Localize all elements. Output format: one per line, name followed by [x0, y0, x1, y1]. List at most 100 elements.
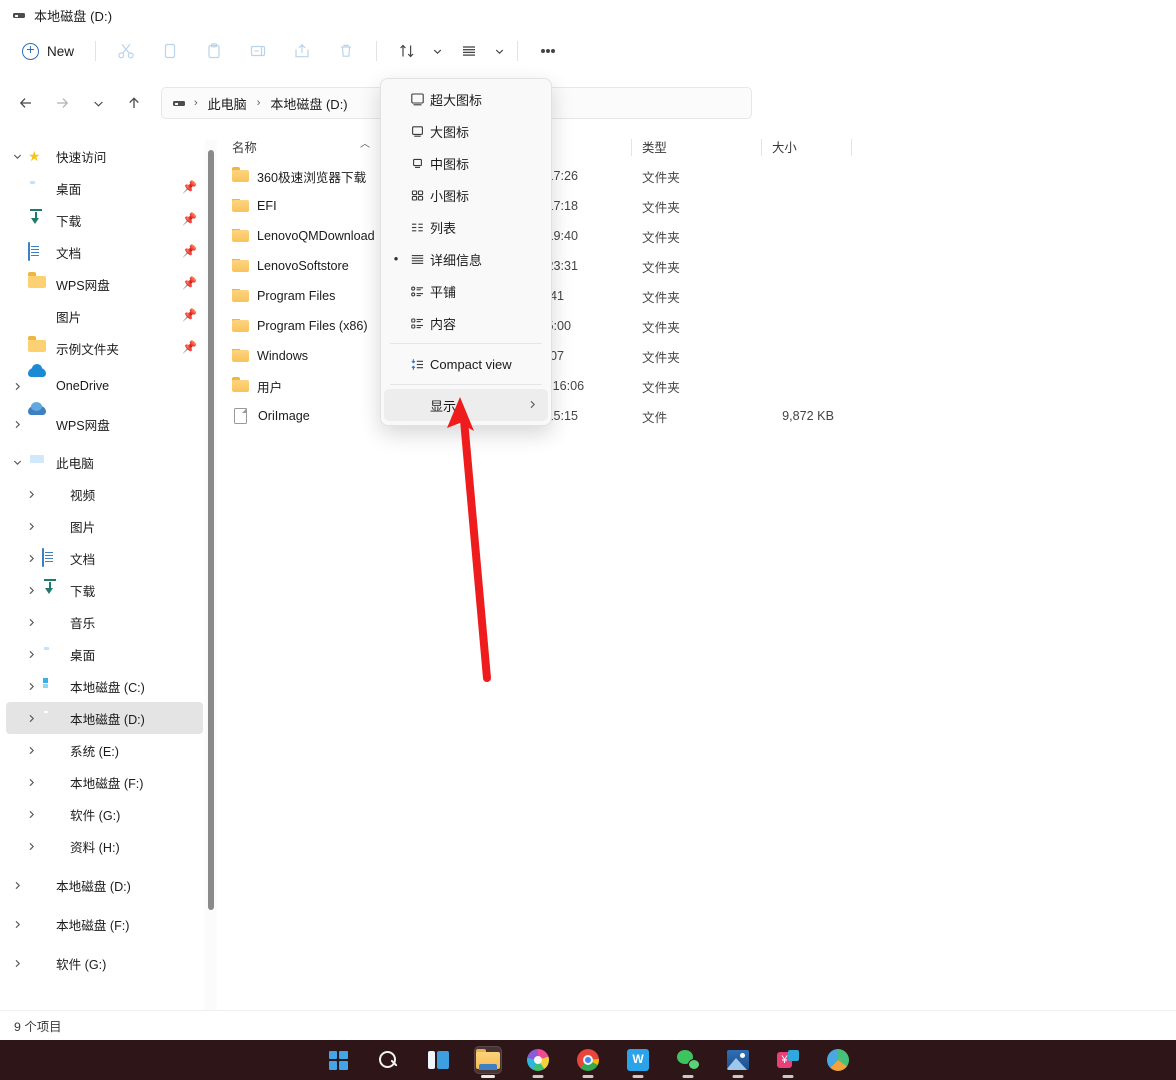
chevron-right-icon[interactable]	[20, 777, 42, 788]
chevron-right-icon[interactable]	[20, 617, 42, 628]
sidebar-item-pictures[interactable]: 图片 📌	[6, 300, 203, 332]
copy-button[interactable]	[149, 35, 191, 67]
chevron-right-icon[interactable]	[20, 585, 42, 596]
chevron-right-icon[interactable]	[6, 880, 28, 891]
chevron-right-icon[interactable]	[20, 489, 42, 500]
menu-item-tiles[interactable]: 平铺	[384, 275, 548, 307]
chevron-right-icon[interactable]	[6, 419, 28, 430]
table-row[interactable]: LenovoQMDownload 2022/3/26 19:40 文件夹	[222, 221, 1176, 251]
menu-item-content[interactable]: 内容	[384, 307, 548, 339]
sidebar-item-wps-drive[interactable]: WPS网盘 📌	[6, 268, 203, 300]
alipay-button[interactable]	[774, 1046, 802, 1074]
table-row[interactable]: Program Files 2023/1/9 2:41 文件夹	[222, 281, 1176, 311]
sidebar-item-software-g[interactable]: 软件 (G:)	[6, 798, 203, 830]
table-row[interactable]: EFI 2021/10/6 17:18 文件夹	[222, 191, 1176, 221]
table-row[interactable]: LenovoSoftstore 2022/8/16 23:31 文件夹	[222, 251, 1176, 281]
chevron-right-icon[interactable]	[20, 713, 42, 724]
menu-item-compact-view[interactable]: Compact view	[384, 348, 548, 380]
sidebar-item-local-disk-d[interactable]: 本地磁盘 (D:)	[6, 702, 203, 734]
sidebar-item-videos[interactable]: 视频	[6, 478, 203, 510]
up-button[interactable]	[119, 88, 149, 118]
menu-item-large-icons[interactable]: 大图标	[384, 115, 548, 147]
chevron-right-icon[interactable]	[20, 681, 42, 692]
delete-button[interactable]	[325, 35, 367, 67]
sidebar-item-quick-access[interactable]: ★ 快速访问	[6, 140, 203, 172]
forward-button[interactable]	[47, 88, 77, 118]
pin-icon[interactable]: 📌	[182, 309, 195, 322]
sidebar-item-desktop[interactable]: 桌面 📌	[6, 172, 203, 204]
sidebar-item-wps-cloud[interactable]: WPS网盘	[6, 408, 203, 440]
chevron-right-icon[interactable]	[20, 745, 42, 756]
sidebar-item-downloads[interactable]: 下载 📌	[6, 204, 203, 236]
pin-icon[interactable]: 📌	[182, 213, 195, 226]
chevron-down-icon[interactable]	[6, 457, 28, 468]
sidebar-item-onedrive[interactable]: OneDrive	[6, 370, 203, 402]
sidebar-item-downloads-pc[interactable]: 下载	[6, 574, 203, 606]
file-explorer-button[interactable]	[474, 1046, 502, 1074]
pin-icon[interactable]: 📌	[182, 245, 195, 258]
table-row[interactable]: 360极速浏览器下载 2023/5/13 17:26 文件夹	[222, 161, 1176, 191]
view-button[interactable]	[448, 35, 508, 67]
column-header-type[interactable]: 类型	[632, 133, 762, 161]
sidebar-item-local-disk-f[interactable]: 本地磁盘 (F:)	[6, 766, 203, 798]
search-button[interactable]	[374, 1046, 402, 1074]
chevron-right-icon[interactable]	[20, 553, 42, 564]
table-row[interactable]: 用户 2022/11/27 16:06 文件夹	[222, 371, 1176, 401]
table-row[interactable]: OriImage 2021/6/26 15:15 文件 9,872 KB	[222, 401, 1176, 431]
sidebar-item-documents-pc[interactable]: 文档	[6, 542, 203, 574]
task-view-button[interactable]	[424, 1046, 452, 1074]
chevron-right-icon[interactable]	[20, 649, 42, 660]
chevron-right-icon[interactable]	[6, 958, 28, 969]
wps-button[interactable]	[624, 1046, 652, 1074]
sort-button[interactable]	[386, 35, 446, 67]
photos-button[interactable]	[724, 1046, 752, 1074]
chevron-right-icon[interactable]	[6, 919, 28, 930]
new-button[interactable]: New	[14, 35, 86, 67]
view-lines-icon[interactable]	[448, 35, 490, 67]
sidebar-item-local-disk-d-root[interactable]: 本地磁盘 (D:)	[6, 869, 203, 901]
recent-locations-button[interactable]	[83, 88, 113, 118]
sidebar-item-this-pc[interactable]: 此电脑	[6, 446, 203, 478]
sidebar-item-music[interactable]: 音乐	[6, 606, 203, 638]
menu-item-show[interactable]: 显示	[384, 389, 548, 421]
start-button[interactable]	[324, 1046, 352, 1074]
sidebar-scrollbar-thumb[interactable]	[208, 150, 214, 910]
table-row[interactable]: Windows 2023/5/8 4:07 文件夹	[222, 341, 1176, 371]
chrome-button[interactable]	[574, 1046, 602, 1074]
breadcrumb-item-local-disk-d[interactable]: 本地磁盘 (D:)	[264, 91, 353, 116]
menu-item-medium-icons[interactable]: 中图标	[384, 147, 548, 179]
wechat-button[interactable]	[674, 1046, 702, 1074]
share-button[interactable]	[281, 35, 323, 67]
chevron-right-icon[interactable]	[20, 809, 42, 820]
cut-button[interactable]	[105, 35, 147, 67]
more-options-button[interactable]	[527, 35, 569, 67]
sidebar-item-sample-folder[interactable]: 示例文件夹 📌	[6, 332, 203, 364]
sidebar-item-system-e[interactable]: 系统 (E:)	[6, 734, 203, 766]
chevron-down-icon-2[interactable]	[490, 46, 508, 57]
menu-item-details[interactable]: • 详细信息	[384, 243, 548, 275]
pin-icon[interactable]: 📌	[182, 277, 195, 290]
sidebar-item-software-g-root[interactable]: 软件 (G:)	[6, 947, 203, 979]
sidebar-item-local-disk-f-root[interactable]: 本地磁盘 (F:)	[6, 908, 203, 940]
menu-item-list[interactable]: 列表	[384, 211, 548, 243]
table-row[interactable]: Program Files (x86) 2023/4/6 15:00 文件夹	[222, 311, 1176, 341]
chevron-right-icon[interactable]	[6, 381, 28, 392]
sidebar-item-documents[interactable]: 文档 📌	[6, 236, 203, 268]
menu-item-small-icons[interactable]: 小图标	[384, 179, 548, 211]
paste-button[interactable]	[193, 35, 235, 67]
breadcrumb-item-this-pc[interactable]: 此电脑	[202, 91, 253, 116]
menu-item-extra-large-icons[interactable]: 超大图标	[384, 83, 548, 115]
sidebar-item-local-disk-c[interactable]: 本地磁盘 (C:)	[6, 670, 203, 702]
back-button[interactable]	[11, 88, 41, 118]
sidebar-scrollbar[interactable]	[205, 140, 217, 1010]
chevron-right-icon[interactable]	[20, 841, 42, 852]
sidebar-item-desktop-pc[interactable]: 桌面	[6, 638, 203, 670]
chevron-down-icon[interactable]	[6, 151, 28, 162]
pin-icon[interactable]: 📌	[182, 341, 195, 354]
sidebar-item-data-h[interactable]: 资料 (H:)	[6, 830, 203, 862]
sidebar-item-pictures-pc[interactable]: 图片	[6, 510, 203, 542]
column-header-size[interactable]: 大小	[762, 133, 852, 161]
pin-icon[interactable]: 📌	[182, 181, 195, 194]
rename-button[interactable]	[237, 35, 279, 67]
extra-app-button[interactable]	[824, 1046, 852, 1074]
